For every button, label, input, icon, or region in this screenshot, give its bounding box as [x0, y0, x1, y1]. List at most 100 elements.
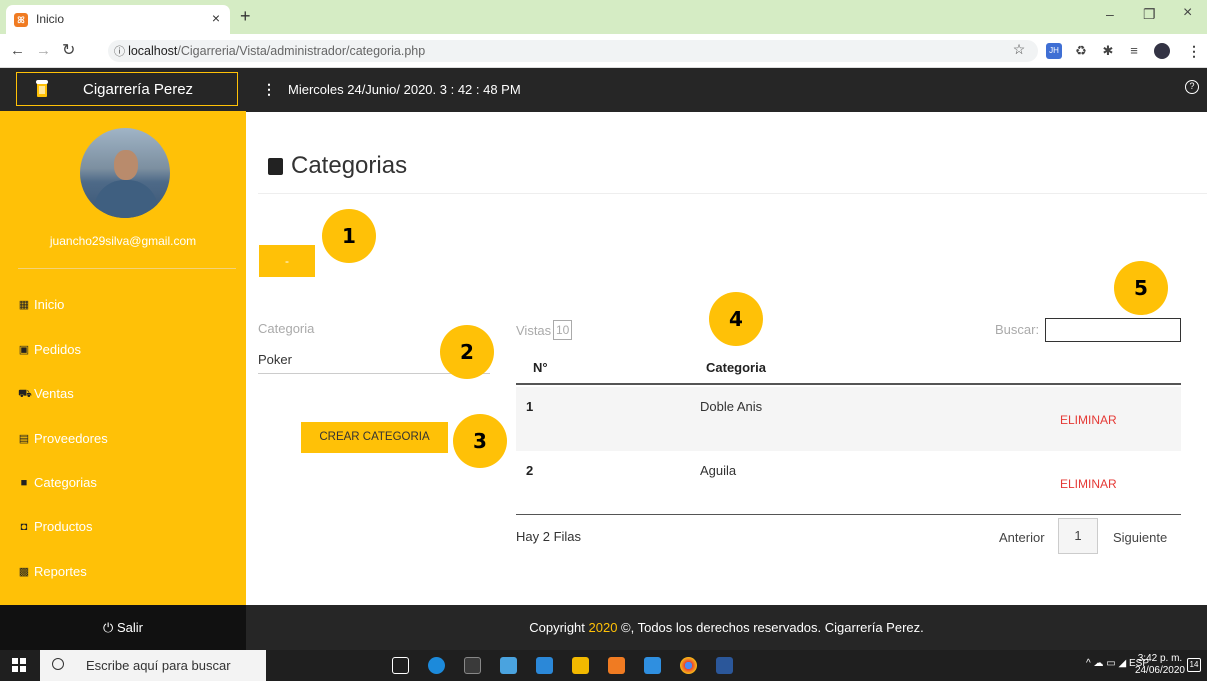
task-view-icon[interactable] — [392, 657, 409, 674]
search-icon — [52, 658, 64, 670]
windows-taskbar: Escribe aquí para buscar ^ ☁ ▭ ◢ ESP 3:4… — [0, 650, 1207, 681]
delete-link[interactable]: ELIMINAR — [1060, 413, 1117, 427]
annotation-badge-1: 1 — [322, 209, 376, 263]
box-app-icon[interactable] — [500, 657, 517, 674]
brand-name: Cigarrería Perez — [83, 81, 194, 98]
previous-page-button[interactable]: Anterior — [999, 530, 1045, 545]
edge-icon[interactable] — [428, 657, 445, 674]
column-header-categoria[interactable]: Categoria — [706, 360, 766, 375]
sidebar-item-inicio[interactable]: ▦ Inicio — [18, 297, 65, 312]
user-email: juancho29silva@gmail.com — [49, 234, 197, 248]
search-input[interactable] — [1045, 318, 1181, 342]
clock-time: 3:42 p. m. — [1137, 653, 1183, 664]
close-window-button[interactable]: × — [1183, 4, 1192, 22]
taskbar-clock[interactable]: 3:42 p. m. 24/06/2020 — [1135, 653, 1185, 677]
clock-date: 24/06/2020 — [1134, 665, 1185, 676]
menu-toggle-icon[interactable]: ⋮ — [262, 81, 276, 98]
avatar — [80, 128, 170, 218]
bookmark-star-icon[interactable]: ☆ — [1011, 41, 1027, 57]
extension-jh-icon[interactable]: JH — [1046, 43, 1062, 59]
new-tab-button[interactable]: + — [240, 6, 251, 27]
extension-recycle-icon[interactable]: ♻ — [1073, 43, 1089, 59]
page-number-button[interactable]: 1 — [1058, 518, 1098, 554]
grid-icon: ▦ — [18, 298, 30, 311]
sidebar-item-label: Pedidos — [34, 342, 81, 357]
copyright-suffix: ©, Todos los derechos reservados. Cigarr… — [617, 620, 924, 635]
table-row: 1 Doble Anis ELIMINAR — [516, 387, 1181, 451]
taskbar-search[interactable]: Escribe aquí para buscar — [40, 650, 266, 681]
sidebar-item-categorias[interactable]: ■ Categorias — [18, 475, 97, 490]
sidebar-divider — [18, 268, 236, 269]
mail-icon[interactable] — [536, 657, 553, 674]
truck-icon: ▤ — [18, 432, 30, 445]
page-title: Categorias — [268, 152, 407, 180]
delete-link[interactable]: ELIMINAR — [1060, 477, 1117, 491]
column-header-number[interactable]: N° — [533, 360, 548, 375]
page-title-text: Categorias — [291, 152, 408, 179]
reading-list-icon[interactable]: ≡ — [1126, 43, 1142, 59]
create-category-button[interactable]: CREAR CATEGORIA — [301, 422, 448, 453]
file-explorer-icon[interactable] — [572, 657, 589, 674]
table-bottom-border — [516, 514, 1181, 515]
logout-button[interactable]: ⏻ Salir — [0, 605, 246, 650]
sidebar-item-label: Proveedores — [34, 431, 108, 446]
row-categoria: Aguila — [700, 463, 737, 478]
url-host: localhost — [128, 44, 178, 58]
brand-header: Cigarrería Perez — [0, 68, 246, 112]
maximize-button[interactable]: ❐ — [1143, 6, 1156, 23]
brand-box[interactable]: Cigarrería Perez — [16, 72, 238, 106]
minimize-button[interactable]: – — [1106, 6, 1114, 22]
tab-close-icon[interactable]: × — [212, 10, 220, 26]
terminal-icon[interactable] — [464, 657, 481, 674]
annotation-badge-2: 2 — [440, 325, 494, 379]
xampp-icon[interactable] — [608, 657, 625, 674]
annotation-badge-3: 3 — [453, 414, 507, 468]
sidebar-item-reportes[interactable]: ▩ Reportes — [18, 564, 87, 579]
sidebar-item-ventas[interactable]: ⛟ Ventas — [18, 386, 74, 401]
taskbar-search-placeholder: Escribe aquí para buscar — [86, 658, 231, 673]
browser-menu-icon[interactable]: ⋮ — [1186, 43, 1202, 59]
power-icon: ⏻ — [103, 620, 114, 635]
search-label: Buscar: — [995, 322, 1040, 337]
chart-icon: ▩ — [18, 565, 30, 578]
vscode-icon[interactable] — [644, 657, 661, 674]
row-number: 2 — [526, 463, 534, 478]
sidebar-item-label: Inicio — [34, 297, 65, 312]
bag-icon: ◘ — [20, 520, 28, 533]
logout-label: Salir — [116, 620, 143, 635]
category-label: Categoria — [258, 321, 315, 336]
windows-start-icon[interactable] — [12, 658, 26, 672]
extensions-puzzle-icon[interactable]: ✱ — [1100, 43, 1116, 59]
chrome-icon[interactable] — [680, 657, 697, 674]
sidebar-item-pedidos[interactable]: ▣ Pedidos — [18, 342, 81, 357]
vistas-select[interactable]: 10 — [553, 320, 573, 340]
footer: Copyright 2020 ©, Todos los derechos res… — [246, 605, 1207, 650]
forward-arrow-icon[interactable]: → — [36, 42, 51, 59]
tab-title: Inicio — [36, 12, 65, 26]
sidebar-item-label: Reportes — [34, 564, 87, 579]
help-icon[interactable]: ? — [1185, 80, 1199, 94]
profile-avatar-icon[interactable] — [1154, 43, 1170, 59]
browser-tab-bar: ꕤ Inicio × + – ❐ × — [0, 0, 1207, 34]
sidebar-item-productos[interactable]: ◘ Productos — [18, 519, 93, 534]
reload-icon[interactable]: ↻ — [62, 40, 75, 60]
browser-tab[interactable]: ꕤ Inicio × — [6, 5, 230, 34]
title-divider — [258, 193, 1207, 194]
copyright-prefix: Copyright — [529, 620, 589, 635]
sidebar-item-proveedores[interactable]: ▤ Proveedores — [18, 431, 108, 446]
notifications-icon[interactable]: 14 — [1187, 658, 1201, 672]
clipboard-icon: ▣ — [18, 343, 30, 356]
word-icon[interactable] — [716, 657, 733, 674]
back-arrow-icon[interactable]: ← — [10, 42, 25, 59]
sidebar-item-label: Categorias — [34, 475, 97, 490]
row-number: 1 — [526, 399, 534, 414]
annotation-badge-4: 4 — [709, 292, 763, 346]
rows-summary: Hay 2 Filas — [516, 529, 582, 544]
book-icon: ■ — [20, 476, 28, 489]
info-icon[interactable]: ⓘ — [114, 46, 128, 58]
row-categoria: Doble Anis — [700, 399, 763, 414]
xampp-favicon-icon: ꕤ — [14, 13, 28, 27]
next-page-button[interactable]: Siguiente — [1113, 530, 1167, 545]
url-field[interactable]: ⓘ localhost/Cigarreria/Vista/administrad… — [108, 40, 1038, 62]
collapse-button[interactable]: - — [259, 245, 315, 277]
